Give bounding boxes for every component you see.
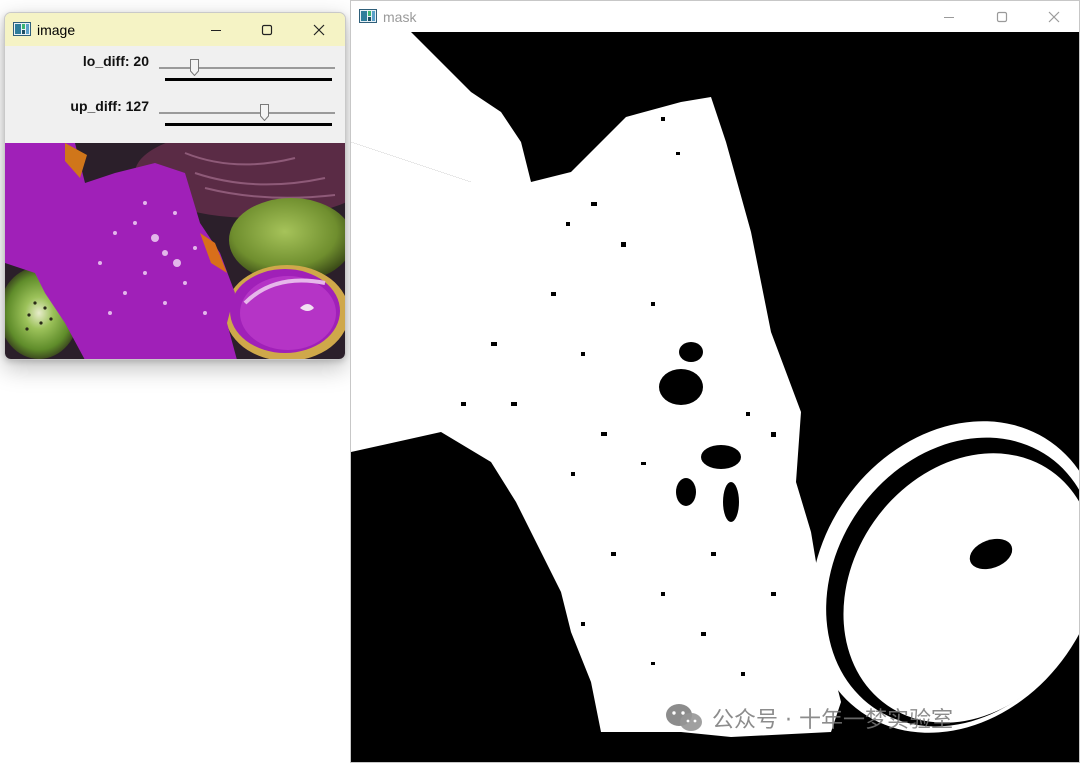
trackbar-lo-diff: lo_diff: 20 bbox=[5, 53, 345, 93]
slider-thumb[interactable] bbox=[190, 59, 199, 76]
mask-maximize-button[interactable] bbox=[979, 1, 1025, 32]
mask-canvas[interactable] bbox=[351, 32, 1079, 762]
image-window-title: image bbox=[37, 22, 76, 38]
maximize-icon bbox=[261, 24, 273, 35]
image-canvas[interactable] bbox=[5, 143, 345, 360]
mask-titlebar[interactable]: mask bbox=[351, 1, 1079, 32]
image-maximize-button[interactable] bbox=[244, 13, 290, 46]
opencv-window-icon bbox=[359, 9, 377, 23]
slider-groove bbox=[159, 67, 335, 69]
image-window[interactable]: image lo_diff: 20 up_diff: 127 bbox=[4, 12, 346, 360]
minimize-icon bbox=[211, 29, 221, 31]
slider-groove bbox=[159, 112, 335, 114]
slider-thumb[interactable] bbox=[260, 104, 269, 121]
close-icon bbox=[313, 24, 325, 35]
image-minimize-button[interactable] bbox=[193, 13, 239, 46]
mask-window-title: mask bbox=[383, 9, 417, 25]
slider-baseline bbox=[165, 78, 332, 81]
mask-close-button[interactable] bbox=[1031, 1, 1077, 32]
maximize-icon bbox=[996, 11, 1008, 22]
trackbar-up-diff: up_diff: 127 bbox=[5, 98, 345, 138]
slider-baseline bbox=[165, 123, 332, 126]
trackbar-lo-diff-label: lo_diff: 20 bbox=[82, 53, 149, 69]
opencv-window-icon bbox=[13, 22, 31, 36]
image-close-button[interactable] bbox=[296, 13, 342, 46]
image-titlebar[interactable]: image bbox=[5, 13, 345, 46]
watermark-text: 公众号 · 十年一梦实验室 bbox=[712, 708, 953, 733]
close-icon bbox=[1048, 11, 1060, 22]
mask-minimize-button[interactable] bbox=[926, 1, 972, 32]
wechat-icon bbox=[666, 704, 702, 731]
mask-window[interactable]: mask bbox=[350, 0, 1080, 763]
watermark: 公众号 · 十年一梦实验室 bbox=[664, 700, 953, 736]
trackbar-up-diff-label: up_diff: 127 bbox=[70, 98, 149, 114]
minimize-icon bbox=[944, 16, 954, 18]
